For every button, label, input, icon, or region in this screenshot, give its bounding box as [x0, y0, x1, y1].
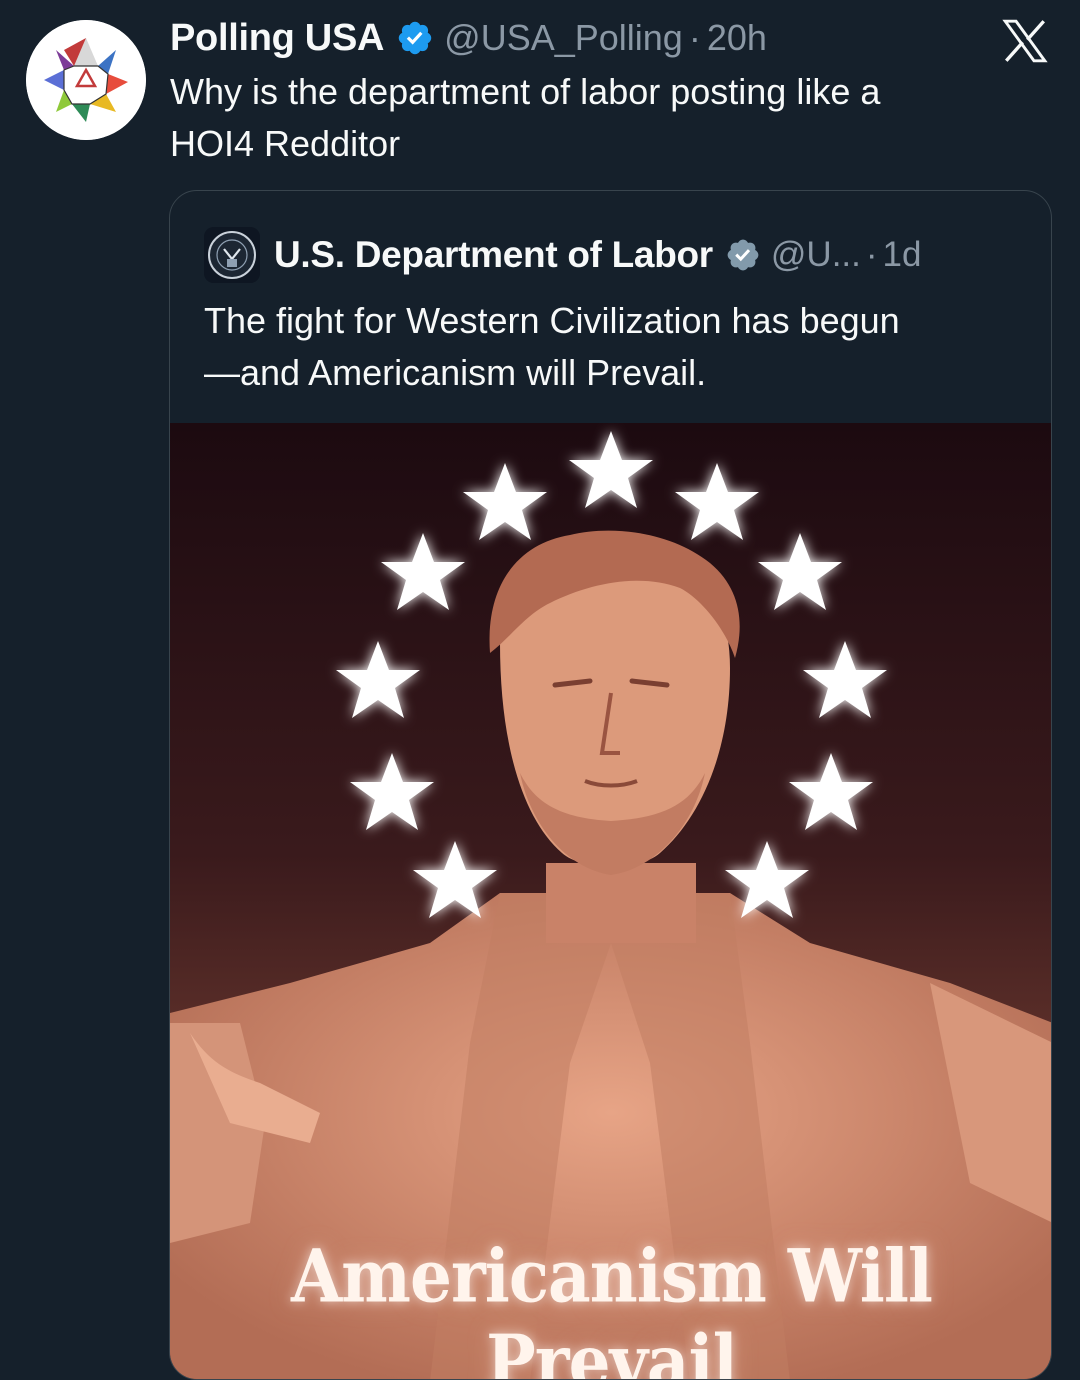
author-handle[interactable]: @USA_Polling: [444, 17, 683, 59]
gov-verified-badge-icon[interactable]: [725, 237, 761, 273]
timestamp[interactable]: 20h: [707, 17, 767, 59]
quoted-avatar[interactable]: [204, 227, 260, 283]
x-logo-icon: [1000, 16, 1050, 66]
polling-usa-logo-icon: [26, 20, 146, 140]
quoted-tweet-header: U.S. Department of Labor @U... · 1d: [204, 225, 921, 285]
verified-badge-icon[interactable]: [396, 19, 434, 57]
tweet-text: Why is the department of labor posting l…: [170, 66, 1050, 170]
image-caption: Americanism Will Prevail: [290, 1233, 933, 1380]
quoted-tweet[interactable]: U.S. Department of Labor @U... · 1d The …: [169, 190, 1052, 1380]
quoted-text-line: The fight for Western Civilization has b…: [204, 300, 900, 341]
quoted-author-name[interactable]: U.S. Department of Labor: [274, 234, 713, 276]
separator-dot: ·: [865, 235, 878, 274]
quoted-tweet-text: The fight for Western Civilization has b…: [204, 295, 1034, 399]
tweet-text-line: HOI4 Redditor: [170, 123, 401, 164]
quoted-text-line: —and Americanism will Prevail.: [204, 352, 707, 393]
dol-seal-icon: [204, 227, 260, 283]
tweet[interactable]: Polling USA @USA_Polling · 20h Why is th…: [0, 0, 1080, 1380]
quoted-author-handle[interactable]: @U...: [771, 235, 861, 275]
avatar[interactable]: [26, 20, 146, 140]
author-name[interactable]: Polling USA: [170, 17, 384, 60]
quoted-tweet-image[interactable]: Americanism Will Prevail: [170, 423, 1051, 1380]
quoted-timestamp[interactable]: 1d: [883, 235, 922, 275]
separator-dot: ·: [688, 17, 701, 58]
tweet-text-line: Why is the department of labor posting l…: [170, 71, 881, 112]
tweet-header: Polling USA @USA_Polling · 20h: [170, 14, 767, 62]
